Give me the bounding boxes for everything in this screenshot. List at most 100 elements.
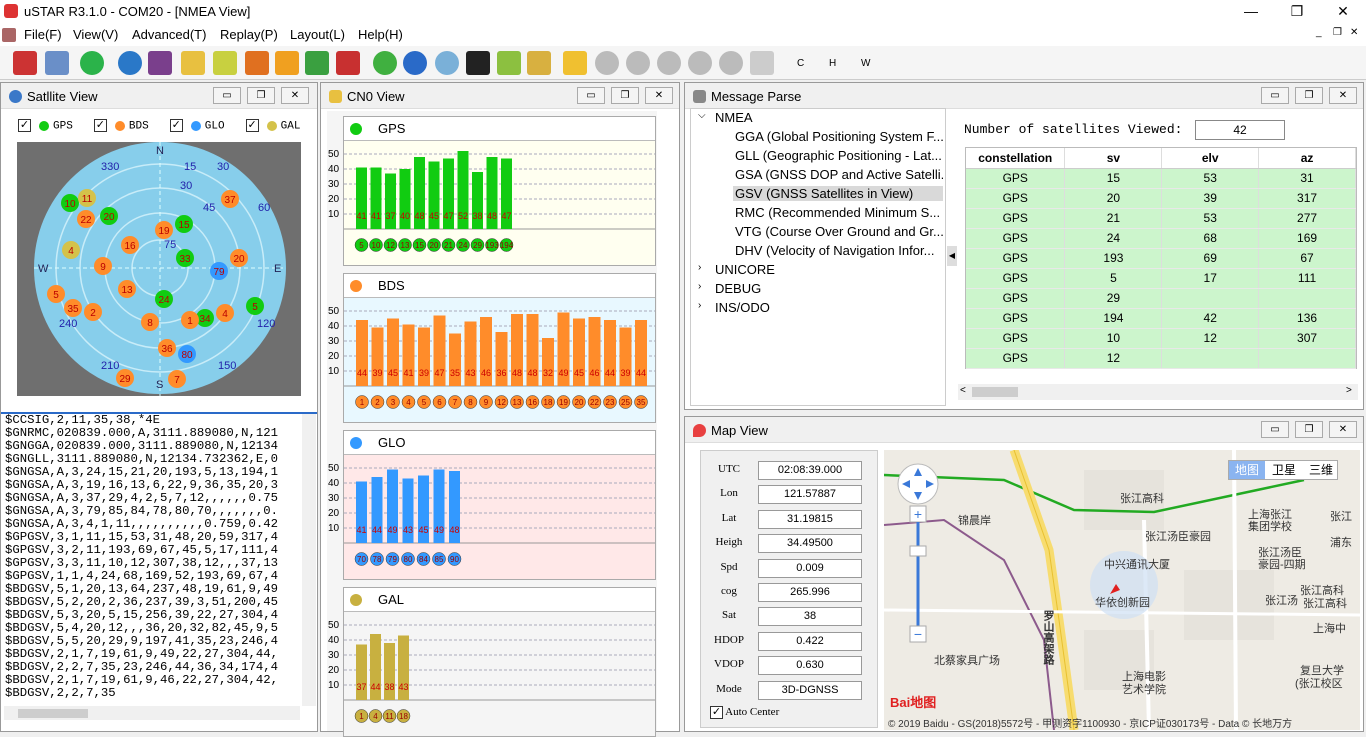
gal-legend-label: GAL <box>280 120 301 133</box>
play-icon[interactable] <box>595 51 619 75</box>
tree-expander-icon[interactable]: ⌵ <box>698 110 706 121</box>
toolbar-w[interactable]: W <box>861 58 870 69</box>
monitor-icon[interactable] <box>466 51 490 75</box>
minimize-button[interactable]: — <box>1228 0 1274 24</box>
toolbar-c[interactable]: C <box>797 58 804 69</box>
map-restore-button[interactable]: ❐ <box>1295 421 1323 438</box>
tree-node-debug[interactable]: DEBUG <box>715 281 761 296</box>
list-icon[interactable] <box>213 51 237 75</box>
panel-minimize-button[interactable]: ▭ <box>213 87 241 104</box>
table-row[interactable]: GPS 194 42 136 <box>966 308 1356 329</box>
panel-restore-button[interactable]: ❐ <box>247 87 275 104</box>
tree-item-vtg[interactable]: VTG (Course Over Ground and Gr... <box>733 224 943 239</box>
refresh-icon[interactable] <box>80 51 104 75</box>
menu-layout[interactable]: Layout(L) <box>290 27 345 42</box>
column-header[interactable]: elv <box>1161 148 1260 169</box>
table-row[interactable]: GPS 29 <box>966 288 1356 309</box>
network-icon[interactable] <box>118 51 142 75</box>
clock-icon[interactable] <box>435 51 459 75</box>
open-icon[interactable] <box>563 51 587 75</box>
globe-icon[interactable] <box>403 51 427 75</box>
tree-item-gsa[interactable]: GSA (GNSS DOP and Active Satelli... <box>733 167 943 182</box>
tree-item-rmc[interactable]: RMC (Recommended Minimum S... <box>733 205 943 220</box>
tree-expander-icon[interactable]: › <box>698 300 701 311</box>
brush-icon[interactable] <box>527 51 551 75</box>
nmea-hscrollbar[interactable] <box>4 706 300 720</box>
download-icon[interactable] <box>373 51 397 75</box>
gps-checkbox[interactable]: ✓ <box>18 119 31 132</box>
splitter-collapse-button[interactable]: ◀ <box>947 246 957 266</box>
toolbar-h[interactable]: H <box>829 58 836 69</box>
menu-help[interactable]: Help(H) <box>358 27 403 42</box>
gal-checkbox[interactable]: ✓ <box>245 119 259 132</box>
cn0-minimize-button[interactable]: ▭ <box>577 87 605 104</box>
table-row[interactable]: GPS 10 12 307 <box>966 328 1356 349</box>
cn0-close-button[interactable]: ✕ <box>645 87 673 104</box>
tree-node-ins-odo[interactable]: INS/ODO <box>715 300 770 315</box>
chart-icon[interactable] <box>181 51 205 75</box>
stop-icon[interactable] <box>719 51 743 75</box>
tree-item-gsv[interactable]: GSV (GNSS Satellites in View) <box>733 186 943 201</box>
tree-expander-icon[interactable]: › <box>698 262 701 273</box>
y-tick-label: 20 <box>328 665 340 676</box>
mdi-minimize-button[interactable]: _ <box>1316 27 1322 38</box>
table-row[interactable]: GPS 12 <box>966 348 1356 369</box>
map-type-3d[interactable]: 三维 <box>1303 461 1339 479</box>
glo-checkbox[interactable]: ✓ <box>169 119 183 132</box>
close-button[interactable]: ✕ <box>1320 0 1366 24</box>
rewind-icon[interactable] <box>626 51 650 75</box>
forward-icon[interactable] <box>688 51 712 75</box>
tree-item-gll[interactable]: GLL (Geographic Positioning - Lat... <box>733 148 943 163</box>
nmea-vscrollbar[interactable] <box>302 414 316 706</box>
menu-view[interactable]: View(V) <box>73 27 118 42</box>
map-type-map[interactable]: 地图 <box>1229 461 1265 479</box>
map-minimize-button[interactable]: ▭ <box>1261 421 1289 438</box>
bds-checkbox[interactable]: ✓ <box>93 119 107 132</box>
column-header[interactable]: sv <box>1064 148 1163 169</box>
tree-node-nmea[interactable]: NMEA <box>715 110 753 125</box>
tree-item-gga[interactable]: GGA (Global Positioning System F... <box>733 129 943 144</box>
tree-item-dhv[interactable]: DHV (Velocity of Navigation Infor... <box>733 243 943 258</box>
map-type-satellite[interactable]: 卫星 <box>1266 461 1302 479</box>
mdi-restore-button[interactable]: ❐ <box>1333 27 1342 38</box>
panel-close-button[interactable]: ✕ <box>281 87 309 104</box>
auto-center-control[interactable]: ✓ Auto Center <box>710 706 779 719</box>
location-icon[interactable] <box>245 51 269 75</box>
map-close-button[interactable]: ✕ <box>1329 421 1357 438</box>
mdi-close-button[interactable]: ✕ <box>1350 27 1358 38</box>
d-icon[interactable] <box>497 51 521 75</box>
table-row[interactable]: GPS 15 53 31 <box>966 168 1356 189</box>
column-header[interactable]: constellation <box>966 148 1066 169</box>
table-row[interactable]: GPS 24 68 169 <box>966 228 1356 249</box>
table-row[interactable]: GPS 193 69 67 <box>966 248 1356 269</box>
gsv-hscrollbar[interactable]: < > <box>958 384 1358 400</box>
tree-node-unicore[interactable]: UNICORE <box>715 262 775 277</box>
column-header[interactable]: az <box>1258 148 1356 169</box>
spreadsheet-icon[interactable] <box>305 51 329 75</box>
sats-viewed-field[interactable]: 42 <box>1195 120 1285 140</box>
gsv-hscroll-thumb[interactable] <box>972 387 1018 397</box>
save-icon[interactable] <box>45 51 69 75</box>
scroll-right-icon[interactable]: > <box>1346 385 1352 396</box>
maximize-button[interactable]: ❐ <box>1274 0 1320 24</box>
next-icon[interactable] <box>750 51 774 75</box>
tree-expander-icon[interactable]: › <box>698 281 701 292</box>
pause-icon[interactable] <box>657 51 681 75</box>
auto-center-checkbox[interactable]: ✓ <box>710 706 723 719</box>
msg-close-button[interactable]: ✕ <box>1329 87 1357 104</box>
settings-icon[interactable] <box>275 51 299 75</box>
folder-icon[interactable] <box>148 51 172 75</box>
msg-minimize-button[interactable]: ▭ <box>1261 87 1289 104</box>
disconnect-icon[interactable] <box>13 51 37 75</box>
table-row[interactable]: GPS 20 39 317 <box>966 188 1356 209</box>
menu-file[interactable]: File(F) <box>24 27 62 42</box>
menu-advanced[interactable]: Advanced(T) <box>132 27 206 42</box>
tools-icon[interactable] <box>336 51 360 75</box>
cn0-restore-button[interactable]: ❐ <box>611 87 639 104</box>
msg-restore-button[interactable]: ❐ <box>1295 87 1323 104</box>
table-row[interactable]: GPS 5 17 111 <box>966 268 1356 289</box>
menu-replay[interactable]: Replay(P) <box>220 27 278 42</box>
nmea-hscroll-thumb[interactable] <box>18 709 88 718</box>
table-row[interactable]: GPS 21 53 277 <box>966 208 1356 229</box>
scroll-left-icon[interactable]: < <box>960 385 966 396</box>
